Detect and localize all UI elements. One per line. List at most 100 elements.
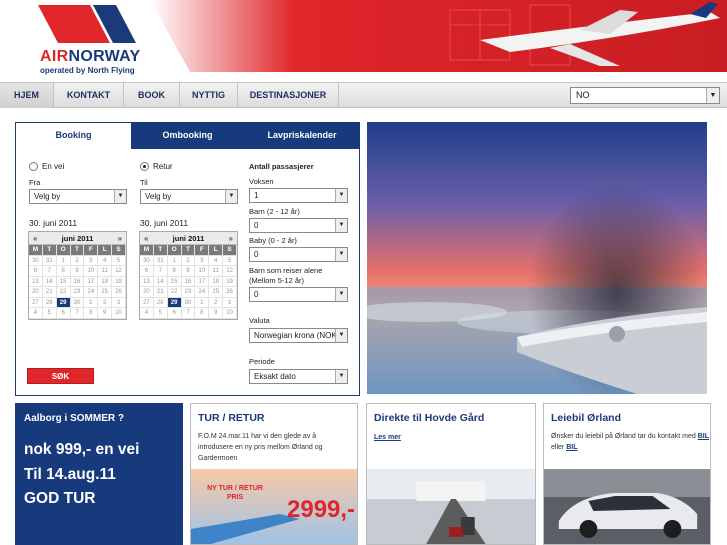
calendar-day[interactable]: 27 xyxy=(29,297,43,308)
calendar-day[interactable]: 13 xyxy=(140,276,154,287)
calendar-day[interactable]: 28 xyxy=(153,297,168,308)
to-select[interactable]: Velg by ▼ xyxy=(140,189,238,204)
calendar-day[interactable]: 8 xyxy=(56,266,71,277)
calendar-day[interactable]: 1 xyxy=(195,297,210,308)
tab-booking[interactable]: Booking xyxy=(16,123,131,149)
calendar-day[interactable]: 20 xyxy=(140,287,154,298)
calendar-day[interactable]: 3 xyxy=(195,255,210,266)
calendar-day[interactable]: 1 xyxy=(56,255,71,266)
calendar-day[interactable]: 26 xyxy=(223,287,237,298)
calendar-day[interactable]: 15 xyxy=(56,276,71,287)
calendar-day[interactable]: 29 xyxy=(167,297,182,308)
calendar-day[interactable]: 3 xyxy=(84,255,99,266)
calendar-day[interactable]: 30 xyxy=(140,255,154,266)
calendar-day[interactable]: 18 xyxy=(98,276,113,287)
brand-name[interactable]: AIRNORWAY xyxy=(40,48,141,66)
tab-ombooking[interactable]: Ombooking xyxy=(131,123,244,149)
calendar-day[interactable]: 9 xyxy=(209,308,224,319)
calendar-day[interactable]: 10 xyxy=(84,266,99,277)
calendar-day[interactable]: 1 xyxy=(167,255,182,266)
calendar-day[interactable]: 4 xyxy=(98,255,113,266)
calendar-day[interactable]: 21 xyxy=(42,287,57,298)
return-date[interactable]: 30. juni 2011 xyxy=(140,218,188,228)
promo-aalborg[interactable]: Aalborg i SOMMER ? nok 999,- en vei Til … xyxy=(15,403,183,545)
nav-home[interactable]: HJEM xyxy=(0,83,54,108)
calendar-day[interactable]: 23 xyxy=(181,287,196,298)
depart-date[interactable]: 30. juni 2011 xyxy=(29,218,77,228)
calendar-day[interactable]: 31 xyxy=(153,255,168,266)
calendar-day[interactable]: 25 xyxy=(209,287,224,298)
calendar-day[interactable]: 14 xyxy=(42,276,57,287)
leiebil-link-2[interactable]: BIL xyxy=(566,444,577,451)
promo-leiebil[interactable]: Leiebil Ørland Ønsker du leiebil på Ørla… xyxy=(543,403,711,545)
calendar-day[interactable]: 19 xyxy=(112,276,126,287)
calendar-day[interactable]: 11 xyxy=(98,266,113,277)
return-option[interactable]: Retur xyxy=(140,162,173,172)
calendar-day[interactable]: 20 xyxy=(29,287,43,298)
calendar-day[interactable]: 16 xyxy=(70,276,85,287)
calendar-day[interactable]: 6 xyxy=(140,266,154,277)
calendar-day[interactable]: 5 xyxy=(42,308,57,319)
promo-tur-retur[interactable]: TUR / RETUR F.O.M 24.mar.11 har vi den g… xyxy=(190,403,358,545)
nav-useful[interactable]: NYTTIG xyxy=(180,83,238,108)
leiebil-link-1[interactable]: BIL xyxy=(698,433,709,440)
calendar-day[interactable]: 4 xyxy=(209,255,224,266)
calendar-day[interactable]: 23 xyxy=(70,287,85,298)
calendar-day[interactable]: 1 xyxy=(84,297,99,308)
calendar-day[interactable]: 13 xyxy=(29,276,43,287)
calendar-day[interactable]: 10 xyxy=(112,308,126,319)
adults-select[interactable]: 1 ▼ xyxy=(249,188,348,203)
search-button[interactable]: SØK xyxy=(27,368,94,384)
tab-lavpriskalender[interactable]: Lavpriskalender xyxy=(244,123,360,149)
nav-contact[interactable]: KONTAKT xyxy=(54,83,124,108)
calendar-day[interactable]: 9 xyxy=(181,266,196,277)
language-select[interactable]: NO ▼ xyxy=(570,87,720,104)
calendar-day[interactable]: 9 xyxy=(70,266,85,277)
next-month-icon[interactable]: » xyxy=(118,232,122,245)
calendar-day[interactable]: 8 xyxy=(84,308,99,319)
calendar-day[interactable]: 30 xyxy=(181,297,196,308)
return-radio[interactable] xyxy=(140,162,149,172)
calendar-day[interactable]: 2 xyxy=(98,297,113,308)
nav-destinations[interactable]: DESTINASJONER xyxy=(238,83,339,108)
promo-hovde[interactable]: Direkte til Hovde Gård Les mer xyxy=(366,403,536,545)
calendar-day[interactable]: 3 xyxy=(223,297,237,308)
calendar-day[interactable]: 19 xyxy=(223,276,237,287)
currency-select[interactable]: Norwegian krona (NOK) ▼ xyxy=(249,328,348,343)
calendar-day[interactable]: 2 xyxy=(70,255,85,266)
period-select[interactable]: Eksakt dato ▼ xyxy=(249,369,348,384)
prev-month-icon[interactable]: « xyxy=(33,232,37,245)
calendar-day[interactable]: 7 xyxy=(153,266,168,277)
unaccompanied-select[interactable]: 0 ▼ xyxy=(249,287,348,302)
calendar-day[interactable]: 10 xyxy=(195,266,210,277)
calendar-day[interactable]: 18 xyxy=(209,276,224,287)
calendar-day[interactable]: 12 xyxy=(112,266,126,277)
calendar-day[interactable]: 9 xyxy=(98,308,113,319)
prev-month-icon[interactable]: « xyxy=(144,232,148,245)
calendar-day[interactable]: 7 xyxy=(70,308,85,319)
calendar-day[interactable]: 5 xyxy=(112,255,126,266)
one-way-radio[interactable] xyxy=(29,162,38,172)
calendar-day[interactable]: 3 xyxy=(112,297,126,308)
calendar-day[interactable]: 7 xyxy=(42,266,57,277)
calendar-day[interactable]: 15 xyxy=(167,276,182,287)
calendar-day[interactable]: 4 xyxy=(29,308,43,319)
calendar-day[interactable]: 30 xyxy=(29,255,43,266)
next-month-icon[interactable]: » xyxy=(229,232,233,245)
calendar-day[interactable]: 17 xyxy=(195,276,210,287)
calendar-day[interactable]: 12 xyxy=(223,266,237,277)
calendar-day[interactable]: 16 xyxy=(181,276,196,287)
calendar-day[interactable]: 4 xyxy=(140,308,154,319)
calendar-day[interactable]: 24 xyxy=(84,287,99,298)
calendar-day[interactable]: 2 xyxy=(181,255,196,266)
one-way-option[interactable]: En vei xyxy=(29,162,64,172)
calendar-day[interactable]: 8 xyxy=(167,266,182,277)
calendar-day[interactable]: 27 xyxy=(140,297,154,308)
nav-book[interactable]: BOOK xyxy=(124,83,180,108)
calendar-day[interactable]: 30 xyxy=(70,297,85,308)
calendar-day[interactable]: 31 xyxy=(42,255,57,266)
calendar-day[interactable]: 25 xyxy=(98,287,113,298)
calendar-day[interactable]: 6 xyxy=(56,308,71,319)
from-select[interactable]: Velg by ▼ xyxy=(29,189,127,204)
hovde-read-more-link[interactable]: Les mer xyxy=(374,434,401,441)
